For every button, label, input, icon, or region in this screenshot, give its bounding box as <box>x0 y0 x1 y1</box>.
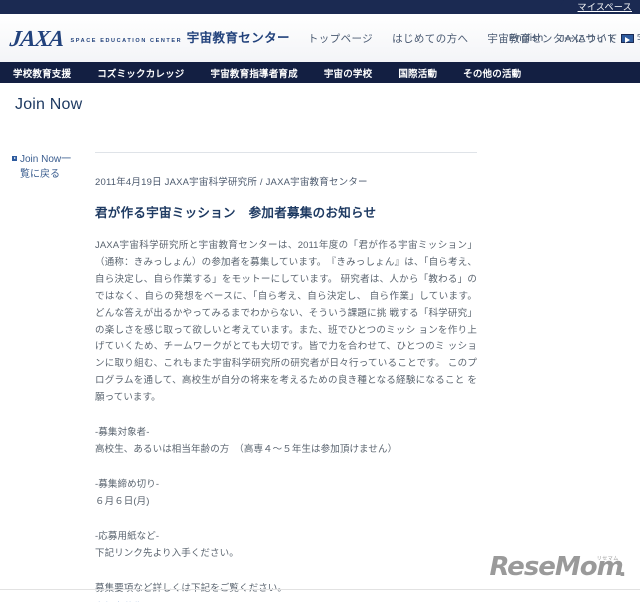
sidebar-item-label: Join Now一 覧に戻る <box>20 154 72 180</box>
watermark-dot: . <box>618 552 626 582</box>
navbar-item-space-school[interactable]: 宇宙の学校 <box>311 66 386 80</box>
myspace-tab[interactable]: マイスペース <box>554 0 640 14</box>
site-logo[interactable]: JAXA SPACE EDUCATION CENTER 宇宙教育センター <box>0 25 290 51</box>
jaxa-logo-icon: JAXA <box>8 25 65 51</box>
logo-english-label: SPACE EDUCATION CENTER <box>70 37 183 44</box>
article-divider <box>95 152 477 153</box>
article: 2011年4月19日 JAXA宇宙科学研究所 / JAXA宇宙教育センター 君が… <box>95 152 477 602</box>
navbar-item-other[interactable]: その他の活動 <box>450 66 534 80</box>
article-target-block: -募集対象者- 高校生、あるいは相当年齢の方 （高専４〜５年生は参加頂けません） <box>95 427 398 455</box>
navbar-item-cosmic-college[interactable]: コズミックカレッジ <box>84 66 197 80</box>
navbar-item-school-support[interactable]: 学校教育支援 <box>0 66 84 80</box>
jaxa-site-link[interactable]: JAXAサイト <box>559 31 634 46</box>
navbar-item-international[interactable]: 国際活動 <box>385 66 450 80</box>
sidebar: Join Now一 覧に戻る <box>12 152 92 182</box>
page-title: Join Now <box>15 96 83 113</box>
article-date-source: 2011年4月19日 JAXA宇宙科学研究所 / JAXA宇宙教育センター <box>95 177 368 188</box>
sidebar-item-back-to-list[interactable]: Join Now一 覧に戻る <box>12 152 92 182</box>
watermark-ruby: リセマム <box>596 556 619 562</box>
top-strip <box>0 0 640 14</box>
jaxa-site-label: JAXAサイト <box>559 32 617 45</box>
article-forms-block: -応募用紙など- 下記リンク先より入手ください。 <box>95 530 239 559</box>
article-headline: 君が作る宇宙ミッション 参加者募集のお知らせ <box>95 206 377 220</box>
article-deadline-block: -募集締め切り- ６月６日(月) <box>95 478 160 507</box>
external-link-arrow-icon <box>621 34 634 44</box>
site-header: JAXA SPACE EDUCATION CENTER 宇宙教育センター トップ… <box>0 14 640 62</box>
bottom-divider <box>0 589 640 590</box>
logo-japanese-label: 宇宙教育センター <box>186 30 290 45</box>
main-navbar: 学校教育支援 コズミックカレッジ 宇宙教育指導者育成 宇宙の学校 国際活動 その… <box>0 62 640 83</box>
page-root: マイスペース JAXA SPACE EDUCATION CENTER 宇宙教育セ… <box>0 0 640 602</box>
language-english-link[interactable]: English <box>509 32 543 44</box>
header-utility-links: English JAXAサイト <box>509 14 634 62</box>
navbar-item-instructor-training[interactable]: 宇宙教育指導者育成 <box>198 66 311 80</box>
article-body: JAXA宇宙科学研究所と宇宙教育センターは、2011年度の「君が作る宇宙ミッショ… <box>95 240 477 404</box>
header-nav-item-beginners[interactable]: はじめての方へ <box>392 31 468 46</box>
square-arrow-bullet-icon <box>12 156 17 161</box>
resemom-watermark: ReseMom リセマム . <box>489 554 626 580</box>
header-nav-item-top[interactable]: トップページ <box>308 31 373 46</box>
